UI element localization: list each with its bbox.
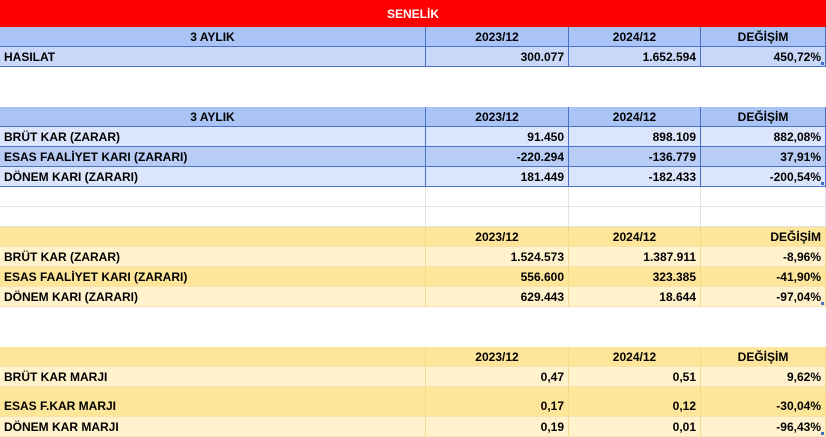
table1-header-2024[interactable]: 2024/12 (569, 27, 701, 47)
row-label[interactable]: DÖNEM KAR MARJI (0, 417, 426, 437)
table2-header-change[interactable]: DEĞİŞİM (701, 107, 826, 127)
value-change[interactable]: -200,54% (701, 167, 826, 187)
table-row: ESAS F.KAR MARJI 0,17 0,12 -30,04% (0, 387, 826, 417)
table-row: ESAS FAALİYET KARI (ZARARI) -220.294 -13… (0, 147, 826, 167)
table3-header-change[interactable]: DEĞİŞİM (701, 227, 826, 247)
empty-cell[interactable] (426, 207, 569, 227)
table3-header-row: 2023/12 2024/12 DEĞİŞİM (0, 227, 826, 247)
table-row: DÖNEM KARI (ZARARI) 629.443 18.644 -97,0… (0, 287, 826, 307)
value-2023[interactable]: 629.443 (426, 287, 569, 307)
title-cell[interactable]: SENELİK (0, 0, 826, 27)
value-2023[interactable]: 0,17 (426, 387, 569, 417)
row-label[interactable]: ESAS FAALİYET KARI (ZARARI) (0, 147, 426, 167)
table2-header-2024[interactable]: 2024/12 (569, 107, 701, 127)
table4-header-change[interactable]: DEĞİŞİM (701, 347, 826, 367)
table1-header-change[interactable]: DEĞİŞİM (701, 27, 826, 47)
value-2023[interactable]: 0,19 (426, 417, 569, 437)
value-change[interactable]: -30,04% (701, 387, 826, 417)
table-row: BRÜT KAR MARJI 0,47 0,51 9,62% (0, 367, 826, 387)
value-change[interactable]: -96,43% (701, 417, 826, 437)
value-change[interactable]: 882,08% (701, 127, 826, 147)
value-2023[interactable]: 300.077 (426, 47, 569, 67)
empty-cell[interactable] (569, 187, 701, 207)
value-2024[interactable]: 0,01 (569, 417, 701, 437)
title-row[interactable]: SENELİK (0, 0, 826, 27)
value-change-text: 450,72% (773, 49, 821, 64)
value-2023[interactable]: 181.449 (426, 167, 569, 187)
value-2024[interactable]: 1.387.911 (569, 247, 701, 267)
value-2024[interactable]: -136.779 (569, 147, 701, 167)
empty-cell[interactable] (569, 207, 701, 227)
empty-row (0, 207, 826, 227)
value-change-text: -97,04% (776, 289, 821, 304)
cell-corner-marker (821, 62, 824, 65)
cell-corner-marker (821, 182, 824, 185)
row-label[interactable]: BRÜT KAR (ZARAR) (0, 127, 426, 147)
table2-header-label[interactable]: 3 AYLIK (0, 107, 426, 127)
table1-header-row: 3 AYLIK 2023/12 2024/12 DEĞİŞİM (0, 27, 826, 47)
table3-header-label[interactable] (0, 227, 426, 247)
value-2023[interactable]: 556.600 (426, 267, 569, 287)
row-label[interactable]: BRÜT KAR (ZARAR) (0, 247, 426, 267)
table3-header-2024[interactable]: 2024/12 (569, 227, 701, 247)
value-change-text: -96,43% (776, 419, 821, 434)
empty-cell[interactable] (701, 187, 826, 207)
value-change[interactable]: 9,62% (701, 367, 826, 387)
value-change[interactable]: 450,72% (701, 47, 826, 67)
table1-header-label[interactable]: 3 AYLIK (0, 27, 426, 47)
value-2024[interactable]: 1.652.594 (569, 47, 701, 67)
cell-corner-marker (821, 432, 824, 435)
row-label[interactable]: BRÜT KAR MARJI (0, 367, 426, 387)
table2-header-2023[interactable]: 2023/12 (426, 107, 569, 127)
table1-header-2023[interactable]: 2023/12 (426, 27, 569, 47)
value-2023[interactable]: 91.450 (426, 127, 569, 147)
row-label[interactable]: DÖNEM KARI (ZARARI) (0, 287, 426, 307)
value-2023[interactable]: -220.294 (426, 147, 569, 167)
value-2024[interactable]: 323.385 (569, 267, 701, 287)
empty-cell[interactable] (0, 207, 426, 227)
table-row: DÖNEM KARI (ZARARI) 181.449 -182.433 -20… (0, 167, 826, 187)
value-2023[interactable]: 0,47 (426, 367, 569, 387)
table4-header-row: 2023/12 2024/12 DEĞİŞİM (0, 347, 826, 367)
table-row: HASILAT 300.077 1.652.594 450,72% (0, 47, 826, 67)
value-change[interactable]: -97,04% (701, 287, 826, 307)
empty-cell[interactable] (426, 187, 569, 207)
value-change[interactable]: 37,91% (701, 147, 826, 167)
value-2024[interactable]: 18.644 (569, 287, 701, 307)
table-row: BRÜT KAR (ZARAR) 91.450 898.109 882,08% (0, 127, 826, 147)
value-2024[interactable]: 0,12 (569, 387, 701, 417)
table2-header-row: 3 AYLIK 2023/12 2024/12 DEĞİŞİM (0, 107, 826, 127)
value-change[interactable]: -8,96% (701, 247, 826, 267)
table4-header-2023[interactable]: 2023/12 (426, 347, 569, 367)
table-row: DÖNEM KAR MARJI 0,19 0,01 -96,43% (0, 417, 826, 437)
row-label[interactable]: ESAS FAALİYET KARI (ZARARI) (0, 267, 426, 287)
empty-row (0, 187, 826, 207)
table-row: ESAS FAALİYET KARI (ZARARI) 556.600 323.… (0, 267, 826, 287)
table-row: BRÜT KAR (ZARAR) 1.524.573 1.387.911 -8,… (0, 247, 826, 267)
value-change[interactable]: -41,90% (701, 267, 826, 287)
table4-header-2024[interactable]: 2024/12 (569, 347, 701, 367)
value-change-text: -200,54% (769, 169, 821, 184)
row-label[interactable]: ESAS F.KAR MARJI (0, 387, 426, 417)
value-2024[interactable]: 0,51 (569, 367, 701, 387)
empty-cell[interactable] (0, 187, 426, 207)
table4-header-label[interactable] (0, 347, 426, 367)
cell-corner-marker (821, 302, 824, 305)
spreadsheet: SENELİK 3 AYLIK 2023/12 2024/12 DEĞİŞİM … (0, 0, 826, 437)
row-label[interactable]: HASILAT (0, 47, 426, 67)
row-label[interactable]: DÖNEM KARI (ZARARI) (0, 167, 426, 187)
table3-header-2023[interactable]: 2023/12 (426, 227, 569, 247)
empty-cell[interactable] (701, 207, 826, 227)
value-2023[interactable]: 1.524.573 (426, 247, 569, 267)
value-2024[interactable]: -182.433 (569, 167, 701, 187)
value-2024[interactable]: 898.109 (569, 127, 701, 147)
